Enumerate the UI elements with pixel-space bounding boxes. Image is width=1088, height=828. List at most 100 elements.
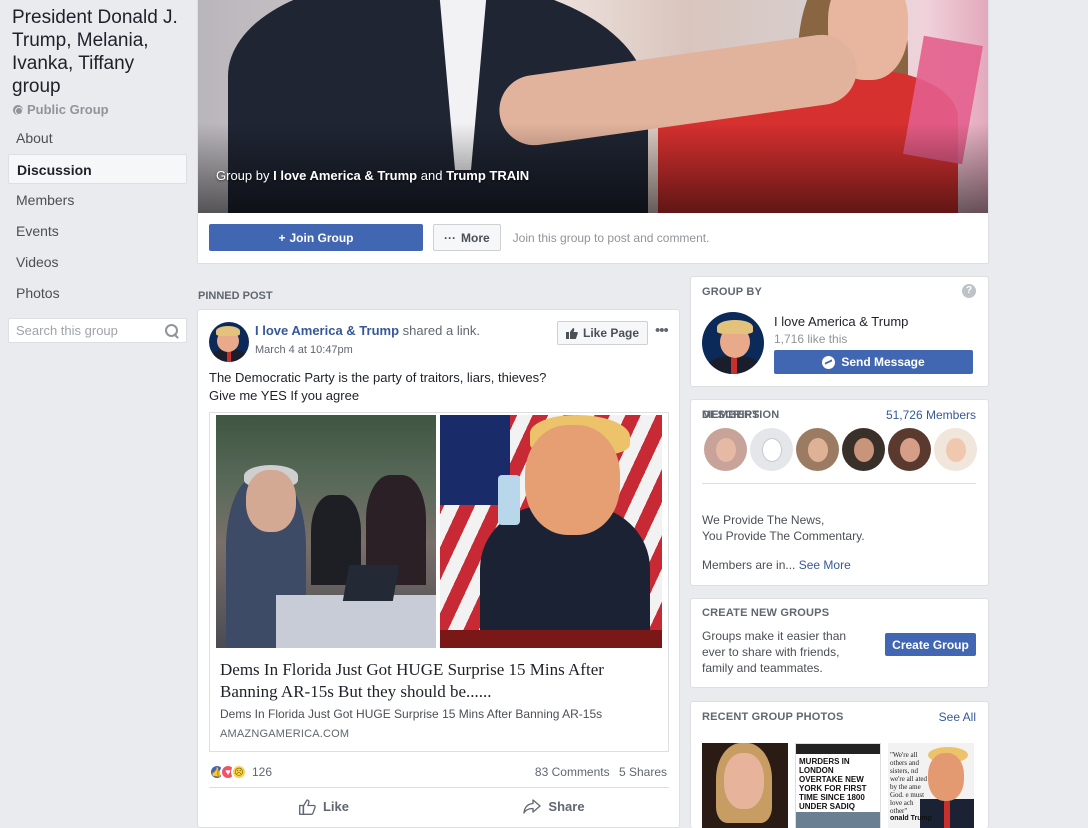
like-page-button[interactable]: Like Page <box>557 321 649 345</box>
group-owner-likes: 1,716 like this <box>774 332 848 346</box>
send-message-button[interactable]: Send Message <box>774 350 973 374</box>
member-avatar[interactable] <box>750 428 793 471</box>
reactions-summary[interactable]: 👍 ♥ ☹ 126 <box>209 764 272 780</box>
nav-discussion[interactable]: Discussion <box>8 154 187 184</box>
cover-owner2-link[interactable]: Trump TRAIN <box>446 168 529 183</box>
members-card: MEMBERS 51,726 Members DESCRIPTION We Pr… <box>690 399 989 586</box>
description-line: We Provide The News, <box>702 513 825 527</box>
group-search-input[interactable] <box>16 323 156 338</box>
join-note: Join this group to post and comment. <box>512 230 710 245</box>
post-options-icon[interactable]: ••• <box>655 322 669 339</box>
search-icon[interactable] <box>165 323 179 338</box>
post-text: The Democratic Party is the party of tra… <box>209 369 546 405</box>
divider <box>702 483 976 484</box>
globe-icon <box>13 104 23 115</box>
post-header: I love America & Trump shared a link. <box>255 323 480 338</box>
messenger-icon <box>822 355 836 369</box>
nav-photos[interactable]: Photos <box>8 278 187 308</box>
more-button[interactable]: ··· More <box>433 224 501 251</box>
member-avatar[interactable] <box>888 428 931 471</box>
member-avatar[interactable] <box>796 428 839 471</box>
description-header: DESCRIPTION <box>702 409 780 421</box>
shares-count[interactable]: 5 Shares <box>619 765 667 779</box>
cover-caption: Group by I love America & Trump and Trum… <box>216 168 529 183</box>
photo-headline: MURDERS IN LONDON OVERTAKE NEW YORK FOR … <box>799 757 867 820</box>
post-action-text: shared a link. <box>402 323 480 338</box>
member-avatar[interactable] <box>704 428 747 471</box>
see-more-link[interactable]: See More <box>799 558 851 572</box>
group-actions: + Join Group ··· More Join this group to… <box>209 224 709 251</box>
like-page-label: Like Page <box>583 326 640 340</box>
create-group-button[interactable]: Create Group <box>885 633 976 656</box>
post-author-link[interactable]: I love America & Trump <box>255 323 399 338</box>
group-by-header: GROUP BY <box>702 286 763 298</box>
create-groups-header: CREATE NEW GROUPS <box>702 607 830 619</box>
link-preview-image[interactable] <box>216 415 662 648</box>
recent-photos-header: RECENT GROUP PHOTOS <box>702 711 844 723</box>
members-are-in-text: Members are in... <box>702 558 796 572</box>
see-all-link[interactable]: See All <box>939 710 976 724</box>
cover-caption-prefix: Group by <box>216 168 270 183</box>
ellipsis-icon: ··· <box>444 230 456 245</box>
left-sidebar: President Donald J. Trump, Melania, Ivan… <box>0 0 196 308</box>
plus-icon: + <box>278 230 286 245</box>
group-search[interactable] <box>8 318 187 343</box>
recent-photo-thumbnail[interactable]: "We're all others and sisters, nd we're … <box>888 743 974 828</box>
member-avatar[interactable] <box>842 428 885 471</box>
link-subtitle: Dems In Florida Just Got HUGE Surprise 1… <box>220 707 603 721</box>
group-privacy: Public Group <box>0 98 196 117</box>
help-icon[interactable]: ? <box>962 284 976 298</box>
share-button[interactable]: Share <box>439 788 669 825</box>
description-line: You Provide The Commentary. <box>702 529 865 543</box>
share-icon <box>523 799 542 814</box>
post-timestamp[interactable]: March 4 at 10:47pm <box>255 344 353 356</box>
comments-count[interactable]: 83 Comments <box>535 765 610 779</box>
post-text-line: Give me YES If you agree <box>209 388 360 403</box>
nav-events[interactable]: Events <box>8 216 187 246</box>
like-label: Like <box>322 799 349 814</box>
link-image-right <box>440 415 662 648</box>
cover-caption-and: and <box>420 168 443 183</box>
cover-photo[interactable]: Group by I love America & Trump and Trum… <box>198 0 988 213</box>
nav-videos[interactable]: Videos <box>8 247 187 277</box>
like-button[interactable]: Like <box>209 788 439 825</box>
link-image-left <box>216 415 436 648</box>
join-group-label: Join Group <box>289 230 354 245</box>
pinned-post-label: PINNED POST <box>198 290 273 302</box>
photo-caption: onald Trump <box>890 815 932 822</box>
reaction-count: 126 <box>252 765 273 779</box>
link-domain: AMAZNGAMERICA.COM <box>220 728 350 740</box>
post-author-avatar[interactable] <box>209 322 249 362</box>
member-avatar[interactable] <box>934 428 977 471</box>
cover-card: Group by I love America & Trump and Trum… <box>197 0 989 264</box>
group-nav: About Discussion Members Events Videos P… <box>0 123 196 308</box>
post-text-line: The Democratic Party is the party of tra… <box>209 370 547 385</box>
nav-about[interactable]: About <box>8 123 187 153</box>
members-count-link[interactable]: 51,726 Members <box>886 408 976 422</box>
group-title[interactable]: President Donald J. Trump, Melania, Ivan… <box>0 0 196 98</box>
pinned-post: I love America & Trump shared a link. Ma… <box>197 309 680 828</box>
link-title[interactable]: Dems In Florida Just Got HUGE Surprise 1… <box>220 659 660 703</box>
link-preview[interactable]: Dems In Florida Just Got HUGE Surprise 1… <box>209 412 669 752</box>
create-groups-text: Groups make it easier than ever to share… <box>702 629 847 675</box>
recent-photo-thumbnail[interactable] <box>702 743 788 828</box>
cover-owner-link[interactable]: I love America & Trump <box>273 168 417 183</box>
more-label: More <box>461 230 490 245</box>
create-groups-card: CREATE NEW GROUPS Groups make it easier … <box>690 598 989 688</box>
group-by-card: GROUP BY ? I love America & Trump 1,716 … <box>690 276 989 387</box>
join-group-button[interactable]: + Join Group <box>209 224 423 251</box>
group-type-label: Public Group <box>27 102 109 117</box>
member-avatars <box>704 428 977 471</box>
recent-photo-thumbnail[interactable]: MURDERS IN LONDON OVERTAKE NEW YORK FOR … <box>795 743 881 828</box>
group-owner-name[interactable]: I love America & Trump <box>774 314 908 329</box>
thumbs-up-icon <box>566 327 578 339</box>
nav-members[interactable]: Members <box>8 185 187 215</box>
like-icon <box>299 798 316 815</box>
group-owner-avatar[interactable] <box>702 312 764 374</box>
description-more: Members are in... See More <box>702 558 851 572</box>
recent-photos-card: RECENT GROUP PHOTOS See All MURDERS IN L… <box>690 701 989 828</box>
post-action-bar: Like Share <box>209 787 669 825</box>
share-label: Share <box>548 799 585 814</box>
group-description: We Provide The News, You Provide The Com… <box>702 512 865 544</box>
sad-reaction-icon: ☹ <box>231 764 247 780</box>
